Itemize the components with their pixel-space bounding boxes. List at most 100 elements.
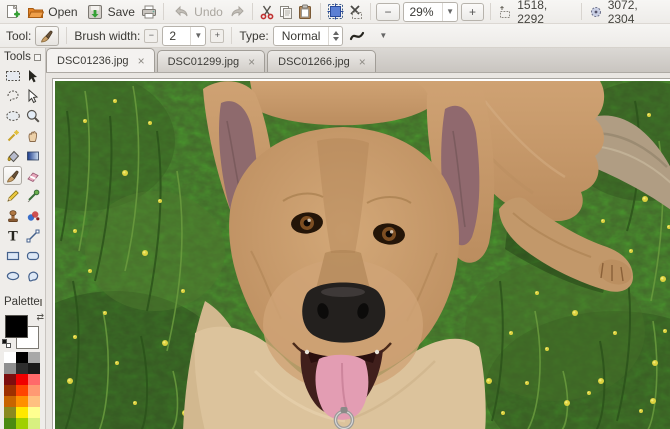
palette-swatch[interactable] [4,396,16,407]
palette-swatch[interactable] [16,385,28,396]
close-icon[interactable]: × [358,56,367,68]
tool-gradient[interactable] [23,146,42,165]
tool-recolor[interactable] [23,206,42,225]
palette-swatch[interactable] [28,396,40,407]
palette-swatch[interactable] [4,418,16,429]
cursor-position-icon [587,3,603,20]
print-icon[interactable] [141,3,157,20]
blend-type-spinner[interactable]: Normal [272,25,344,46]
chevron-down-icon: ▼ [442,2,457,21]
tool-freeform-shape[interactable] [23,266,42,285]
spin-up-icon [332,30,339,35]
palette-swatch[interactable] [16,352,28,363]
reset-colors-icon[interactable] [2,339,11,348]
canvas-viewport[interactable] [46,73,670,429]
copy-icon[interactable] [278,3,294,20]
tool-clone-stamp[interactable] [3,206,22,225]
tool-rectangle[interactable] [3,246,22,265]
open-button[interactable]: Open [24,2,80,22]
tab-label: DSC01266.jpg [278,55,350,68]
eraser-icon [26,171,39,182]
spinner-arrows[interactable] [328,26,342,45]
tool-pencil[interactable] [3,186,22,205]
tool-pan[interactable] [23,126,42,145]
tool-lasso-select[interactable] [3,86,22,105]
palette-swatch[interactable] [4,363,16,374]
open-folder-icon [27,3,45,20]
tool-magic-wand[interactable] [3,126,22,145]
palette-swatch[interactable] [4,374,16,385]
crop-to-selection-icon[interactable] [327,3,344,20]
tools-panel-title: Tools [4,51,31,63]
ellipse-select-icon [5,110,20,121]
tool-eraser[interactable] [23,166,42,185]
palette-swatch[interactable] [16,396,28,407]
palette-swatch[interactable] [28,418,40,429]
tool-options-toolbar: Tool: Brush width: − 2 ▼ + Type: Normal … [0,24,670,48]
tool-text[interactable]: T [3,226,22,245]
tab-dsc01299[interactable]: DSC01299.jpg × [156,50,266,72]
brush-width-select[interactable]: 2 ▼ [162,25,207,46]
palette-grid [0,352,45,429]
tool-paintbrush[interactable] [3,166,22,185]
primary-color-swatch[interactable] [5,315,28,338]
palette-collapse-button[interactable] [39,298,42,306]
image-size-value: 1518, 2292 [517,0,548,26]
palette-swatch[interactable] [4,385,16,396]
paste-icon[interactable] [297,3,313,20]
tab-dsc01266[interactable]: DSC01266.jpg × [267,50,376,72]
zoom-in-button[interactable]: + [461,2,485,21]
line-curve-icon [26,229,39,242]
palette-swatch[interactable] [4,407,16,418]
chevron-down-icon: ▼ [190,26,205,45]
chevron-down-icon[interactable]: ▼ [379,31,387,40]
tool-line-curve[interactable] [23,226,42,245]
cursor-position-value: 3072, 2304 [607,0,638,26]
tool-paint-bucket[interactable] [3,146,22,165]
tab-label: DSC01299.jpg [167,55,240,68]
left-dock: Tools T Palette ⇄ [0,48,46,429]
tab-dsc01236[interactable]: DSC01236.jpg × [46,48,155,72]
tool-color-picker[interactable] [23,186,42,205]
save-button[interactable]: Save [84,2,138,22]
brush-width-increase-button[interactable]: + [210,28,225,43]
zoom-out-button[interactable]: − [376,2,400,21]
tool-rectangle-select[interactable] [3,66,22,85]
palette-swatch[interactable] [28,407,40,418]
palette-swatch[interactable] [28,374,40,385]
tool-ellipse[interactable] [3,266,22,285]
tool-move-pointer[interactable] [23,86,42,105]
deselect-icon[interactable] [347,3,364,20]
palette-swatch[interactable] [4,352,16,363]
separator [319,3,321,20]
new-image-icon[interactable] [5,3,21,20]
close-icon[interactable]: × [247,56,256,68]
tool-ellipse-select[interactable] [3,106,22,125]
palette-swatch[interactable] [16,374,28,385]
stroke-style-button[interactable] [347,27,373,44]
zoom-level-select[interactable]: 29% ▼ [402,1,459,22]
tool-zoom[interactable] [23,106,42,125]
palette-swatch[interactable] [16,418,28,429]
swap-colors-icon[interactable]: ⇄ [36,312,44,323]
current-tool-button[interactable] [35,25,60,46]
palette-swatch[interactable] [28,352,40,363]
redo-icon[interactable] [229,3,246,20]
zoom-icon [26,109,40,123]
photo-canvas[interactable] [55,81,670,429]
palette-swatch[interactable] [16,363,28,374]
tool-rounded-rectangle[interactable] [23,246,42,265]
document-area: DSC01236.jpg × DSC01299.jpg × DSC01266.j… [46,48,670,429]
undo-button[interactable]: Undo [170,2,226,22]
tools-collapse-button[interactable] [34,53,41,61]
gradient-icon [26,151,39,160]
palette-swatch[interactable] [28,363,40,374]
tool-move-selection[interactable] [23,66,42,85]
cut-icon[interactable] [259,3,275,20]
palette-swatch[interactable] [16,407,28,418]
svg-text:T: T [8,229,18,244]
brush-width-decrease-button[interactable]: − [144,28,159,43]
type-label: Type: [239,28,269,43]
palette-swatch[interactable] [28,385,40,396]
close-icon[interactable]: × [137,55,146,67]
